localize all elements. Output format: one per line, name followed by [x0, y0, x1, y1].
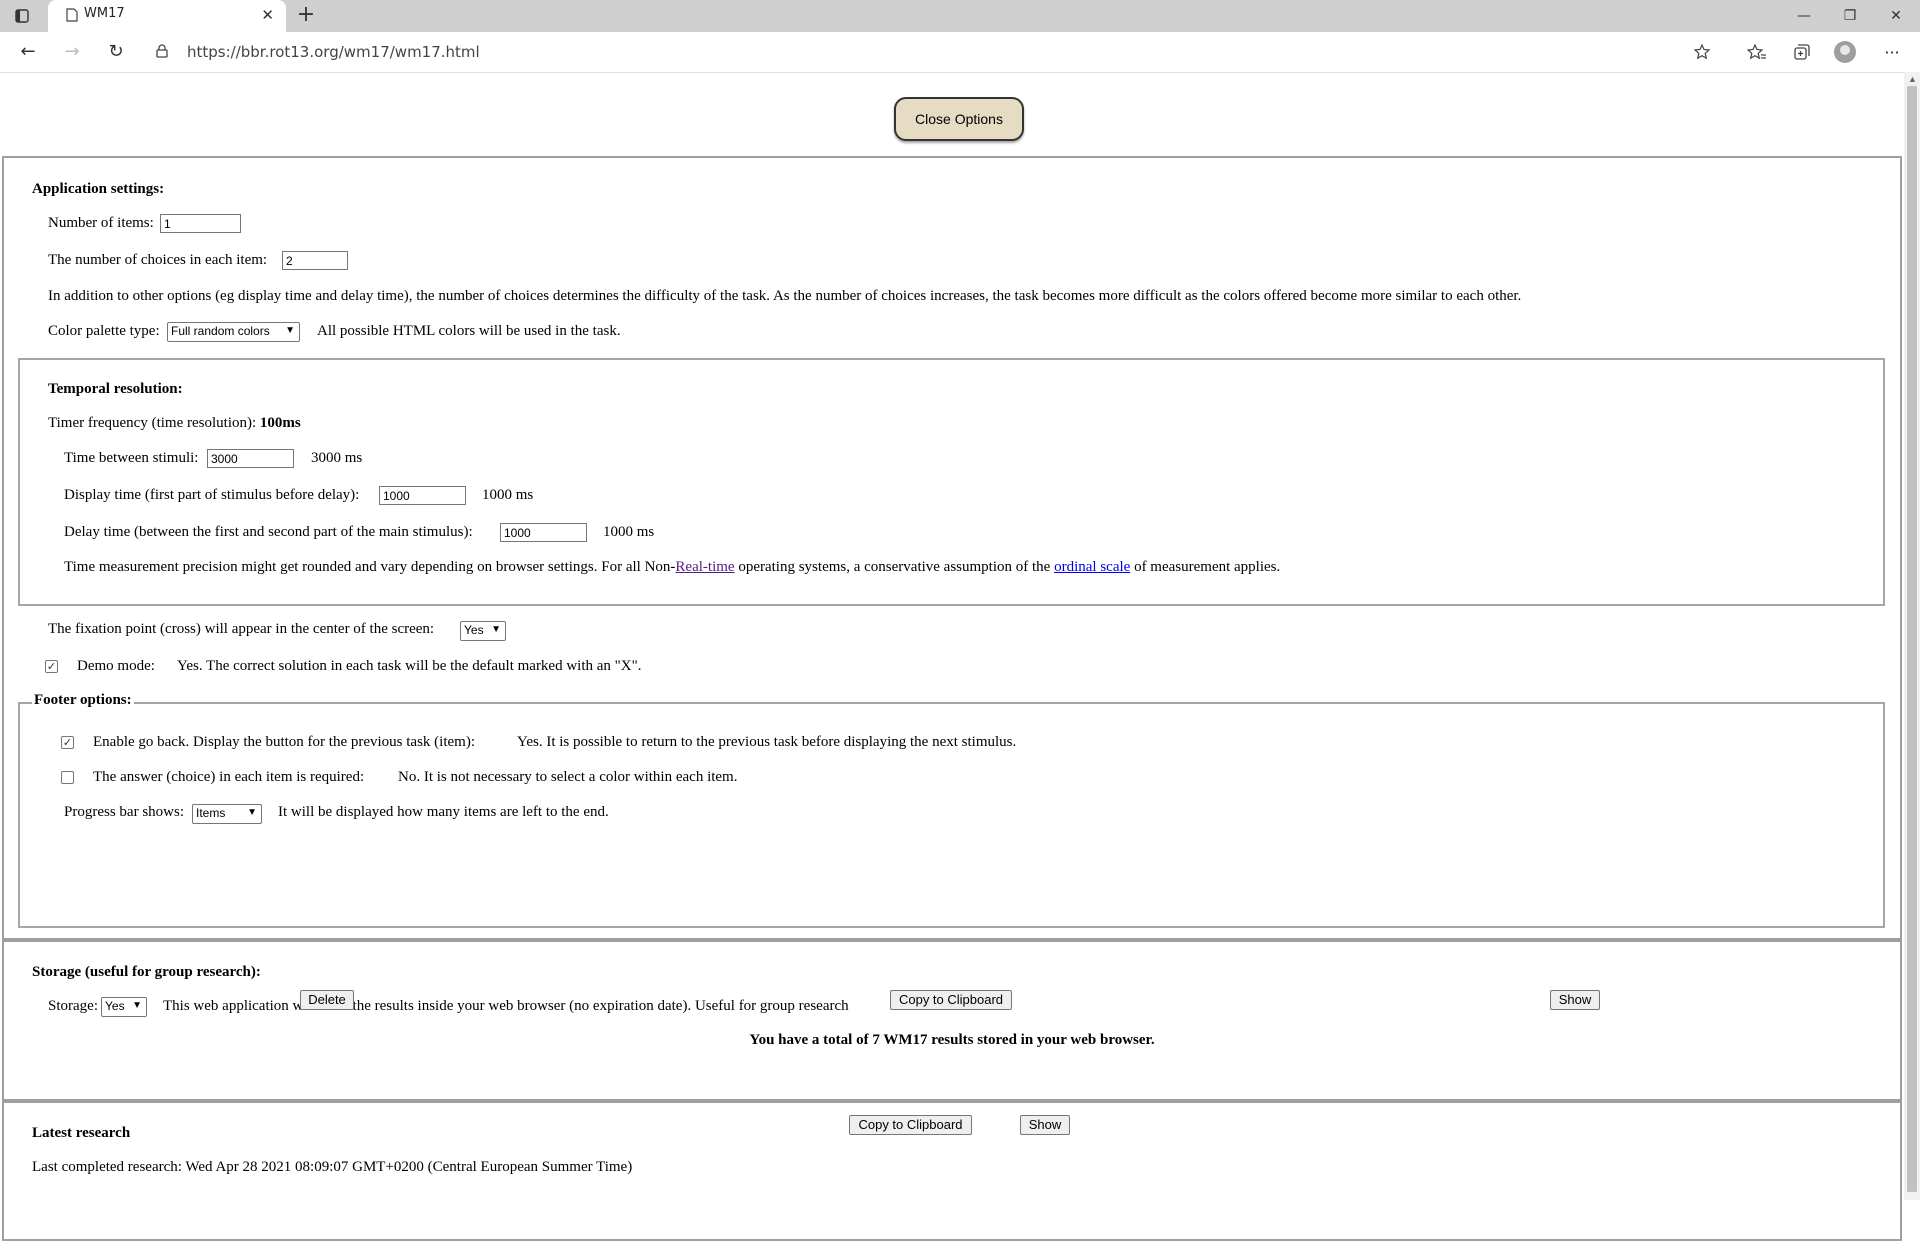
plus-icon[interactable]: + — [294, 4, 318, 28]
storage-select[interactable]: Yes ▼ — [101, 997, 147, 1017]
fixation-select[interactable]: Yes ▼ — [460, 621, 506, 641]
delay-time-label: Delay time (between the first and second… — [64, 524, 473, 540]
display-time-label: Display time (first part of stimulus bef… — [64, 487, 360, 503]
demo-mode-label: Demo mode: — [77, 658, 155, 674]
url-text[interactable]: https://bbr.rot13.org/wm17/wm17.html — [187, 43, 480, 61]
minimize-icon[interactable]: — — [1784, 4, 1824, 28]
storage-copy-button[interactable]: Copy to Clipboard — [890, 990, 1012, 1010]
num-items-label: Number of items: — [48, 215, 154, 231]
tab-title: WM17 — [84, 6, 125, 21]
precision-text-1: Time measurement precision might get rou… — [64, 559, 676, 575]
latest-copy-button[interactable]: Copy to Clipboard — [849, 1115, 972, 1135]
scroll-up-icon[interactable]: ▲ — [1908, 74, 1917, 84]
ordinal-scale-link[interactable]: ordinal scale — [1054, 559, 1130, 575]
storage-label: Storage: — [48, 998, 98, 1014]
more-icon[interactable]: ··· — [1880, 40, 1904, 64]
num-items-input[interactable] — [160, 214, 241, 233]
page-scrollbar[interactable]: ▲ — [1904, 72, 1920, 1200]
palette-select-value: Full random colors — [171, 324, 270, 338]
precision-text-2: operating systems, a conservative assump… — [734, 559, 1055, 575]
chevron-down-icon: ▼ — [132, 1000, 142, 1011]
delete-button[interactable]: Delete — [300, 990, 354, 1010]
tab-wm17[interactable]: WM17 ✕ — [48, 0, 286, 32]
app-settings-heading: Application settings: — [32, 181, 165, 197]
back-icon[interactable]: ← — [16, 40, 40, 64]
display-time-display: 1000 ms — [482, 487, 534, 503]
num-choices-label: The number of choices in each item: — [48, 252, 268, 268]
last-completed-text: Last completed research: Wed Apr 28 2021… — [32, 1159, 633, 1175]
footer-options-legend: Footer options: — [32, 692, 134, 709]
precision-note: Time measurement precision might get rou… — [64, 559, 1280, 576]
go-back-note: Yes. It is possible to return to the pre… — [517, 734, 1017, 750]
storage-heading: Storage (useful for group research): — [32, 964, 261, 980]
storage-show-button[interactable]: Show — [1550, 990, 1600, 1010]
storage-select-value: Yes — [105, 999, 125, 1013]
display-time-input[interactable] — [379, 486, 466, 505]
results-total: You have a total of 7 WM17 results store… — [749, 1032, 1155, 1048]
delay-time-input[interactable] — [500, 523, 587, 542]
between-stimuli-label: Time between stimuli: — [64, 450, 199, 466]
scroll-thumb[interactable] — [1907, 86, 1917, 1192]
num-choices-input[interactable] — [282, 251, 348, 270]
chevron-down-icon: ▼ — [247, 807, 257, 818]
collections-icon[interactable] — [1790, 40, 1814, 64]
timer-label: Timer frequency (time resolution): — [48, 415, 260, 431]
restore-icon[interactable]: ❐ — [1830, 4, 1870, 28]
tab-strip: WM17 ✕ + — ❐ ✕ — [0, 0, 1920, 32]
timer-value: 100ms — [259, 415, 301, 431]
latest-show-button[interactable]: Show — [1020, 1115, 1070, 1135]
fixation-select-value: Yes — [464, 623, 484, 637]
answer-required-checkbox[interactable] — [61, 771, 74, 784]
real-time-link[interactable]: Real-time — [675, 559, 734, 575]
page-content: Close Options Application settings: Numb… — [0, 77, 1904, 1241]
profile-icon[interactable] — [1833, 40, 1857, 64]
chevron-down-icon: ▼ — [491, 624, 501, 635]
storage-note: This web application will store the resu… — [163, 998, 849, 1014]
lock-icon[interactable] — [156, 44, 168, 62]
answer-required-note: No. It is not necessary to select a colo… — [398, 769, 738, 785]
add-favorite-icon[interactable] — [1690, 40, 1714, 64]
palette-label: Color palette type: — [48, 323, 160, 339]
forward-icon[interactable]: → — [60, 40, 84, 64]
address-bar[interactable]: https://bbr.rot13.org/wm17/wm17.html — [146, 36, 1726, 68]
progress-bar-select[interactable]: Items ▼ — [192, 804, 262, 824]
window-close-icon[interactable]: ✕ — [1876, 4, 1916, 28]
precision-text-3: of measurement applies. — [1130, 559, 1281, 575]
progress-bar-label: Progress bar shows: — [64, 804, 184, 820]
between-stimuli-input[interactable] — [207, 449, 294, 468]
temporal-heading: Temporal resolution: — [48, 381, 183, 397]
palette-select[interactable]: Full random colors ▼ — [167, 322, 300, 342]
progress-bar-select-value: Items — [196, 806, 226, 820]
favorites-icon[interactable] — [1745, 40, 1769, 64]
timer-frequency: Timer frequency (time resolution): 100ms — [48, 415, 301, 432]
close-icon[interactable]: ✕ — [261, 6, 274, 24]
go-back-checkbox[interactable]: ✓ — [61, 736, 74, 749]
address-toolbar: ← → ↻ https://bbr.rot13.org/wm17/wm17.ht… — [0, 32, 1920, 73]
difficulty-note: In addition to other options (eg display… — [48, 288, 1522, 304]
page-icon — [66, 8, 78, 26]
between-stimuli-display: 3000 ms — [311, 450, 363, 466]
reload-icon[interactable]: ↻ — [104, 40, 128, 64]
storage-panel — [2, 940, 1902, 1101]
demo-mode-note: Yes. The correct solution in each task w… — [177, 658, 642, 674]
fixation-label: The fixation point (cross) will appear i… — [48, 621, 435, 637]
answer-required-label: The answer (choice) in each item is requ… — [93, 769, 365, 785]
latest-research-heading: Latest research — [32, 1125, 131, 1141]
tab-actions-icon[interactable] — [12, 6, 32, 26]
go-back-label: Enable go back. Display the button for t… — [93, 734, 475, 750]
demo-mode-checkbox[interactable]: ✓ — [45, 660, 58, 673]
close-options-button[interactable]: Close Options — [894, 97, 1024, 141]
palette-note: All possible HTML colors will be used in… — [317, 323, 621, 339]
progress-bar-note: It will be displayed how many items are … — [278, 804, 609, 820]
chevron-down-icon: ▼ — [285, 325, 295, 336]
delay-time-display: 1000 ms — [603, 524, 655, 540]
